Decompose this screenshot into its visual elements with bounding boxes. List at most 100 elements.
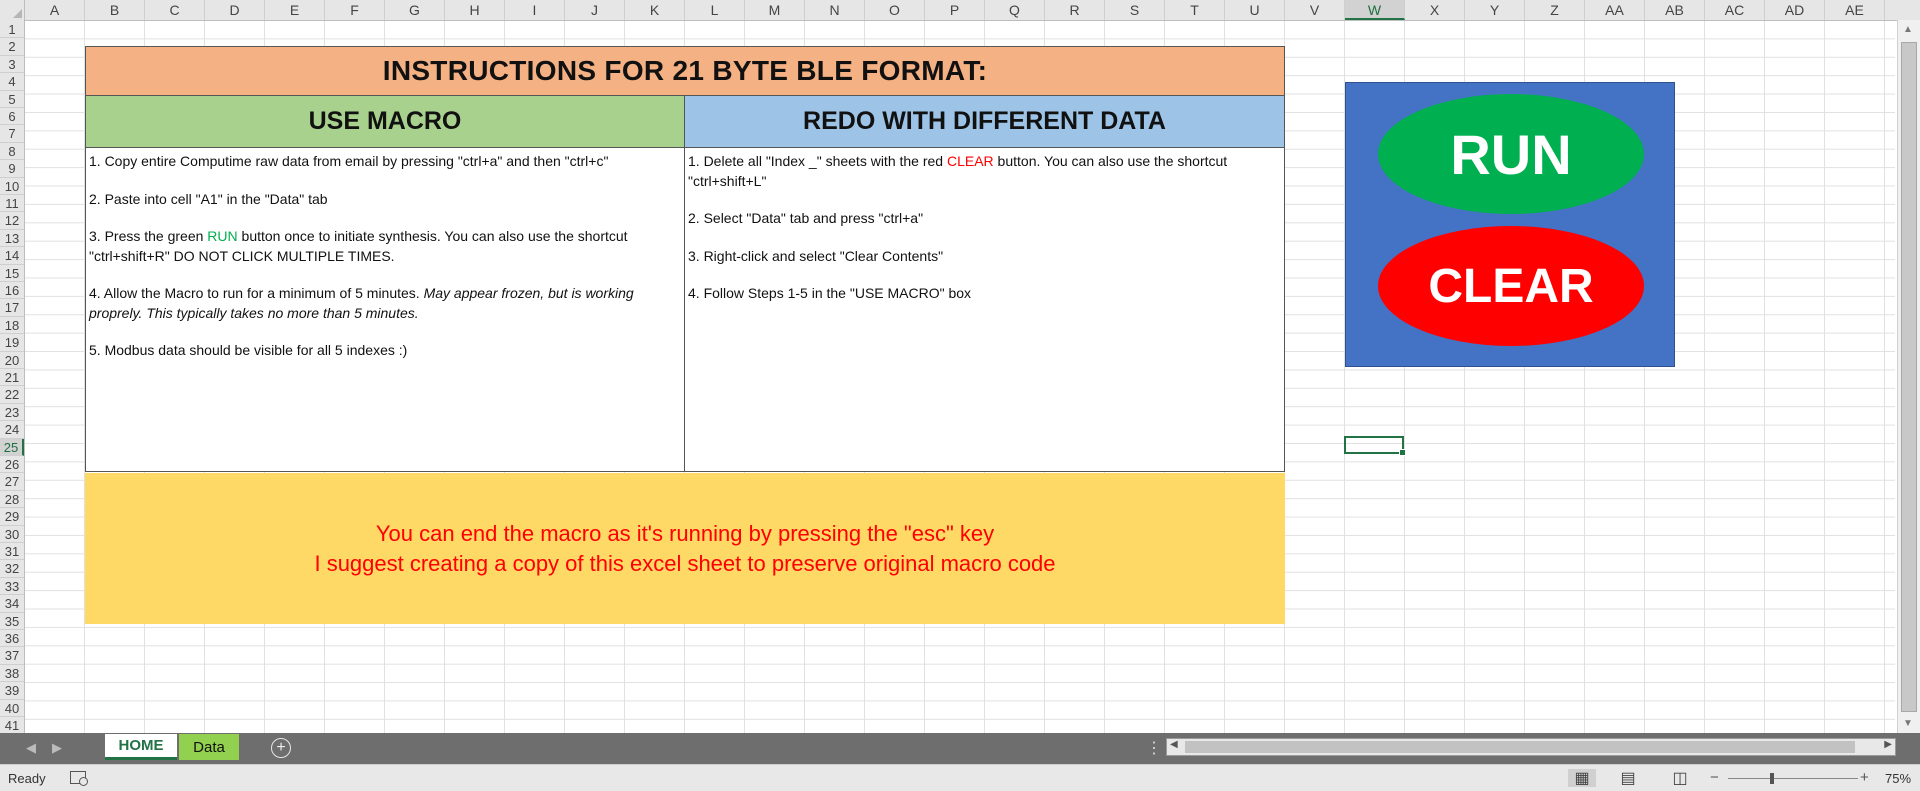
column-header-z[interactable]: Z bbox=[1525, 0, 1585, 20]
zoom-out-button[interactable]: − bbox=[1710, 769, 1719, 786]
zoom-in-button[interactable]: + bbox=[1860, 769, 1869, 786]
prev-sheet-icon[interactable]: ◀ bbox=[26, 740, 36, 756]
column-header-k[interactable]: K bbox=[625, 0, 685, 20]
page-break-view-icon[interactable]: ◫ bbox=[1666, 769, 1694, 787]
vertical-scroll-thumb[interactable] bbox=[1901, 42, 1917, 712]
row-header-39[interactable]: 39 bbox=[0, 682, 24, 700]
row-header-32[interactable]: 32 bbox=[0, 560, 24, 578]
column-header-y[interactable]: Y bbox=[1465, 0, 1525, 20]
column-header-i[interactable]: I bbox=[505, 0, 565, 20]
row-header-19[interactable]: 19 bbox=[0, 334, 24, 352]
column-header-a[interactable]: A bbox=[25, 0, 85, 20]
row-header-40[interactable]: 40 bbox=[0, 700, 24, 717]
column-header-f[interactable]: F bbox=[325, 0, 385, 20]
row-header-7[interactable]: 7 bbox=[0, 125, 24, 143]
column-header-o[interactable]: O bbox=[865, 0, 925, 20]
scroll-left-icon[interactable]: ◀ bbox=[1170, 739, 1178, 750]
row-header-16[interactable]: 16 bbox=[0, 282, 24, 300]
column-header-e[interactable]: E bbox=[265, 0, 325, 20]
row-header-3[interactable]: 3 bbox=[0, 56, 24, 74]
row-header-10[interactable]: 10 bbox=[0, 178, 24, 195]
zoom-level[interactable]: 75% bbox=[1885, 771, 1911, 786]
sheet-tab-data[interactable]: Data bbox=[179, 734, 239, 760]
row-header-29[interactable]: 29 bbox=[0, 508, 24, 526]
column-header-ab[interactable]: AB bbox=[1645, 0, 1705, 20]
horizontal-scrollbar[interactable]: ◀ ▶ bbox=[1166, 738, 1896, 756]
row-header-13[interactable]: 13 bbox=[0, 230, 24, 248]
column-header-s[interactable]: S bbox=[1105, 0, 1165, 20]
row-header-12[interactable]: 12 bbox=[0, 212, 24, 230]
column-header-aa[interactable]: AA bbox=[1585, 0, 1645, 20]
column-header-ac[interactable]: AC bbox=[1705, 0, 1765, 20]
row-header-27[interactable]: 27 bbox=[0, 473, 24, 491]
row-header-6[interactable]: 6 bbox=[0, 108, 24, 126]
page-layout-view-icon[interactable]: ▤ bbox=[1614, 769, 1642, 787]
row-header-36[interactable]: 36 bbox=[0, 630, 24, 648]
column-header-l[interactable]: L bbox=[685, 0, 745, 20]
column-header-d[interactable]: D bbox=[205, 0, 265, 20]
zoom-slider[interactable] bbox=[1728, 778, 1858, 779]
row-header-15[interactable]: 15 bbox=[0, 265, 24, 282]
row-header-14[interactable]: 14 bbox=[0, 247, 24, 265]
row-header-30[interactable]: 30 bbox=[0, 526, 24, 543]
row-header-21[interactable]: 21 bbox=[0, 369, 24, 387]
row-header-18[interactable]: 18 bbox=[0, 317, 24, 335]
scroll-up-icon[interactable]: ▲ bbox=[1903, 24, 1913, 35]
row-header-35[interactable]: 35 bbox=[0, 613, 24, 630]
tab-bar-options-icon[interactable]: ⋮ bbox=[1146, 738, 1162, 758]
column-header-x[interactable]: X bbox=[1405, 0, 1465, 20]
row-header-33[interactable]: 33 bbox=[0, 578, 24, 596]
column-header-w[interactable]: W bbox=[1345, 0, 1405, 20]
column-header-ad[interactable]: AD bbox=[1765, 0, 1825, 20]
scroll-right-icon[interactable]: ▶ bbox=[1884, 739, 1892, 750]
plus-circle-icon[interactable]: + bbox=[271, 738, 291, 758]
column-header-r[interactable]: R bbox=[1045, 0, 1105, 20]
next-sheet-icon[interactable]: ▶ bbox=[52, 740, 62, 756]
run-button[interactable]: RUN bbox=[1378, 94, 1644, 214]
active-cell-w25[interactable] bbox=[1344, 436, 1406, 456]
row-header-38[interactable]: 38 bbox=[0, 665, 24, 683]
row-header-11[interactable]: 11 bbox=[0, 195, 24, 213]
column-header-n[interactable]: N bbox=[805, 0, 865, 20]
row-header-28[interactable]: 28 bbox=[0, 491, 24, 509]
row-header-24[interactable]: 24 bbox=[0, 421, 24, 439]
column-header-u[interactable]: U bbox=[1225, 0, 1285, 20]
row-header-23[interactable]: 23 bbox=[0, 404, 24, 422]
column-header-ae[interactable]: AE bbox=[1825, 0, 1885, 20]
row-header-1[interactable]: 1 bbox=[0, 21, 24, 39]
worksheet-grid[interactable]: A B C D E F G H I J K L M N O P Q R S T U V W X Y Z AA AB AC AD AE 123… bbox=[0, 0, 1920, 733]
zoom-slider-thumb[interactable] bbox=[1770, 773, 1774, 784]
column-header-m[interactable]: M bbox=[745, 0, 805, 20]
row-header-22[interactable]: 22 bbox=[0, 386, 24, 404]
row-header-26[interactable]: 26 bbox=[0, 456, 24, 474]
row-header-4[interactable]: 4 bbox=[0, 73, 24, 91]
column-header-p[interactable]: P bbox=[925, 0, 985, 20]
row-header-5[interactable]: 5 bbox=[0, 91, 24, 108]
scroll-down-icon[interactable]: ▼ bbox=[1903, 718, 1913, 729]
column-header-c[interactable]: C bbox=[145, 0, 205, 20]
clear-button[interactable]: CLEAR bbox=[1378, 226, 1644, 346]
fill-handle[interactable] bbox=[1399, 449, 1406, 456]
row-header-37[interactable]: 37 bbox=[0, 647, 24, 665]
horizontal-scroll-thumb[interactable] bbox=[1185, 741, 1855, 753]
normal-view-icon[interactable]: ▦ bbox=[1568, 769, 1596, 787]
column-header-t[interactable]: T bbox=[1165, 0, 1225, 20]
row-header-25[interactable]: 25 bbox=[0, 438, 24, 456]
row-header-17[interactable]: 17 bbox=[0, 299, 24, 317]
macro-record-icon[interactable] bbox=[70, 771, 88, 786]
sheet-tab-home[interactable]: HOME bbox=[105, 734, 177, 760]
column-header-h[interactable]: H bbox=[445, 0, 505, 20]
column-header-b[interactable]: B bbox=[85, 0, 145, 20]
row-header-34[interactable]: 34 bbox=[0, 595, 24, 613]
select-all-corner[interactable] bbox=[0, 0, 25, 20]
column-header-j[interactable]: J bbox=[565, 0, 625, 20]
column-header-v[interactable]: V bbox=[1285, 0, 1345, 20]
column-header-q[interactable]: Q bbox=[985, 0, 1045, 20]
row-header-2[interactable]: 2 bbox=[0, 38, 24, 56]
row-header-31[interactable]: 31 bbox=[0, 543, 24, 561]
row-header-8[interactable]: 8 bbox=[0, 143, 24, 161]
row-header-9[interactable]: 9 bbox=[0, 160, 24, 178]
column-header-g[interactable]: G bbox=[385, 0, 445, 20]
vertical-scrollbar[interactable]: ▲ ▼ bbox=[1897, 20, 1920, 733]
row-header-41[interactable]: 41 bbox=[0, 717, 24, 733]
